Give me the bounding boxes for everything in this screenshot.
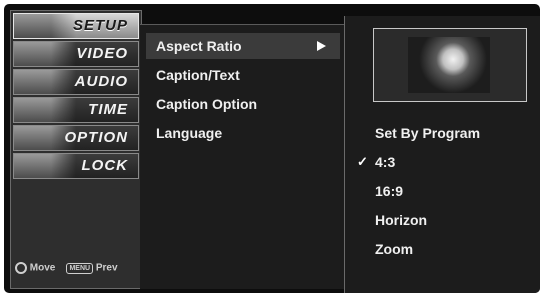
- tab-audio[interactable]: AUDIO: [13, 69, 139, 95]
- move-icon: [15, 262, 27, 274]
- menu-item-label: Language: [156, 125, 223, 141]
- tab-label: SETUP: [72, 17, 128, 34]
- option-4-3[interactable]: ✓ 4:3: [349, 149, 537, 175]
- option-label: Set By Program: [375, 125, 481, 141]
- setup-submenu: Aspect Ratio Caption/Text Caption Option…: [140, 24, 344, 289]
- tab-label: TIME: [88, 101, 128, 118]
- aspect-ratio-options: Set By Program ✓ 4:3 16:9 Horizon Zoom: [344, 16, 540, 293]
- main-menu-tabs: SETUP VIDEO AUDIO TIME OPTION LOCK Move …: [10, 10, 142, 289]
- menu-item-caption-text[interactable]: Caption/Text: [146, 62, 340, 88]
- lock-icon: [14, 154, 76, 178]
- option-label: Zoom: [375, 241, 414, 257]
- tab-setup[interactable]: SETUP: [13, 13, 139, 39]
- menu-item-language[interactable]: Language: [146, 120, 340, 146]
- menu-item-label: Aspect Ratio: [156, 38, 242, 54]
- tab-time[interactable]: TIME: [13, 97, 139, 123]
- tab-option[interactable]: OPTION: [13, 125, 139, 151]
- tab-lock[interactable]: LOCK: [13, 153, 139, 179]
- audio-icon: [14, 70, 76, 94]
- option-16-9[interactable]: 16:9: [349, 178, 537, 204]
- option-label: 16:9: [375, 183, 404, 199]
- tab-label: VIDEO: [76, 45, 128, 62]
- prev-hint: Prev: [95, 262, 118, 274]
- tab-label: LOCK: [81, 157, 128, 174]
- move-hint: Move: [29, 262, 56, 274]
- tab-label: AUDIO: [74, 73, 128, 90]
- menu-key-icon: MENU: [66, 262, 94, 274]
- menu-item-label: Caption/Text: [156, 67, 240, 83]
- option-set-by-program[interactable]: Set By Program: [349, 120, 537, 146]
- setup-icon: [14, 14, 76, 38]
- option-label: 4:3: [375, 154, 396, 170]
- tv-menu-screen: SETUP VIDEO AUDIO TIME OPTION LOCK Move …: [4, 4, 540, 293]
- option-horizon[interactable]: Horizon: [349, 207, 537, 233]
- menu-item-aspect-ratio[interactable]: Aspect Ratio: [146, 33, 340, 59]
- navigation-hint: Move MENU Prev: [15, 262, 141, 276]
- checkmark-icon: ✓: [357, 154, 368, 169]
- option-label: Horizon: [375, 212, 428, 228]
- arrow-right-icon: [317, 41, 326, 51]
- video-icon: [14, 42, 76, 66]
- tab-video[interactable]: VIDEO: [13, 41, 139, 67]
- tab-label: OPTION: [64, 129, 128, 146]
- aspect-preview: [373, 28, 527, 102]
- menu-item-label: Caption Option: [156, 96, 258, 112]
- option-zoom[interactable]: Zoom: [349, 236, 537, 262]
- clock-icon: [14, 98, 76, 122]
- menu-item-caption-option[interactable]: Caption Option: [146, 91, 340, 117]
- preview-image: [408, 37, 490, 93]
